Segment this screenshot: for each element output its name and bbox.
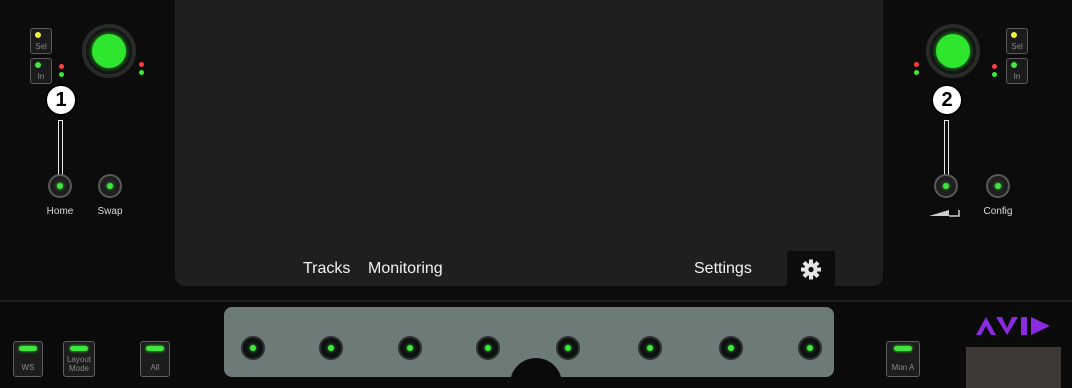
sel-led-icon (35, 32, 41, 38)
callout-number-1: 1 (45, 84, 77, 116)
swap-button[interactable] (98, 174, 122, 198)
led-icon (565, 345, 571, 351)
in-label: In (37, 72, 45, 81)
level-wedge-icon (929, 210, 960, 217)
led-icon (250, 345, 256, 351)
led-bar-icon (894, 346, 912, 351)
all-button[interactable]: All (140, 341, 170, 377)
led-icon (57, 183, 63, 189)
in-led-icon (35, 62, 41, 68)
red-led-icon (914, 62, 919, 67)
swap-label: Swap (97, 206, 123, 217)
ws-button[interactable]: WS (13, 341, 43, 377)
green-led-icon (992, 72, 997, 77)
soft-key-1[interactable] (241, 336, 265, 360)
soft-key-2[interactable] (319, 336, 343, 360)
soft-key-3[interactable] (398, 336, 422, 360)
tab-settings[interactable]: Settings (694, 260, 752, 278)
config-label: Config (983, 206, 1013, 217)
blank-panel-block (966, 347, 1061, 388)
all-label: All (150, 363, 160, 372)
in-button-right[interactable]: In (1006, 58, 1028, 84)
sel-label: Sel (1011, 42, 1023, 51)
led-icon (485, 345, 491, 351)
soft-key-5[interactable] (556, 336, 580, 360)
in-led-icon (1011, 62, 1017, 68)
red-led-icon (59, 64, 64, 69)
led-bar-icon (146, 346, 164, 351)
callout-line (58, 120, 63, 176)
sel-button-right[interactable]: Sel (1006, 28, 1028, 54)
soft-key-4[interactable] (476, 336, 500, 360)
control-surface: Sel In 1 Home Swap Tracks Monitoring Set… (0, 0, 1072, 388)
led-icon (943, 183, 949, 189)
soft-key-6[interactable] (638, 336, 662, 360)
encoder-ring-icon (92, 34, 126, 68)
layout-mode-button[interactable]: Layout Mode (63, 341, 95, 377)
home-button[interactable] (48, 174, 72, 198)
led-icon (647, 345, 653, 351)
settings-button[interactable] (787, 251, 835, 288)
touch-screen[interactable]: Tracks Monitoring Settings (175, 0, 883, 288)
red-led-icon (992, 64, 997, 69)
sel-led-icon (1011, 32, 1017, 38)
green-led-icon (59, 72, 64, 77)
callout-number-2: 2 (931, 84, 963, 116)
tab-monitoring[interactable]: Monitoring (368, 260, 443, 278)
soft-key-7[interactable] (719, 336, 743, 360)
home-label: Home (46, 206, 74, 217)
led-icon (107, 183, 113, 189)
led-bar-icon (70, 346, 88, 351)
led-icon (807, 345, 813, 351)
led-icon (995, 183, 1001, 189)
led-icon (328, 345, 334, 351)
soft-key-8[interactable] (798, 336, 822, 360)
avid-logo-icon (976, 317, 1050, 335)
gear-icon (801, 259, 821, 280)
sel-button-left[interactable]: Sel (30, 28, 52, 54)
encoder-knob-right[interactable] (926, 24, 980, 78)
mon-a-button[interactable]: Mon A (886, 341, 920, 377)
tab-tracks[interactable]: Tracks (303, 260, 350, 278)
encoder-knob-left[interactable] (82, 24, 136, 78)
mon-a-label: Mon A (891, 363, 915, 372)
sel-label: Sel (35, 42, 47, 51)
callout-line (944, 120, 949, 176)
ws-label: WS (21, 363, 35, 372)
led-icon (728, 345, 734, 351)
level-button[interactable] (934, 174, 958, 198)
encoder-ring-icon (936, 34, 970, 68)
red-led-icon (139, 62, 144, 67)
in-label: In (1013, 72, 1021, 81)
in-button-left[interactable]: In (30, 58, 52, 84)
green-led-icon (139, 70, 144, 75)
led-icon (407, 345, 413, 351)
led-bar-icon (19, 346, 37, 351)
config-button[interactable] (986, 174, 1010, 198)
green-led-icon (914, 70, 919, 75)
layout-mode-label: Layout Mode (66, 355, 92, 373)
